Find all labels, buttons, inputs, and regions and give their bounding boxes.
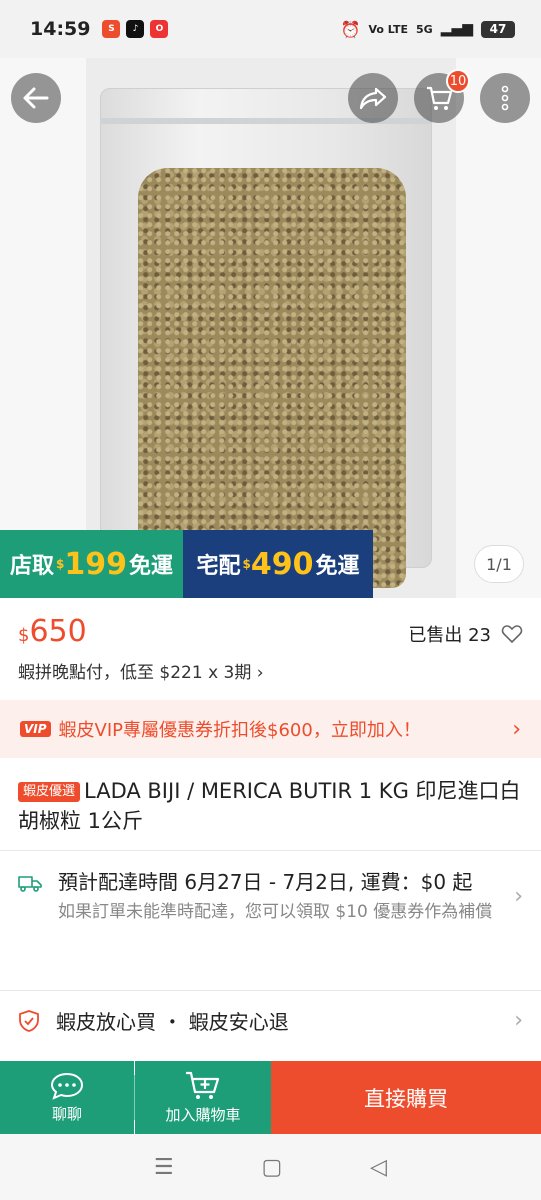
chevron-right-icon: › [514,883,523,909]
home-delivery-currency: $ [242,557,251,571]
chevron-right-icon: › [514,1008,523,1033]
home-delivery-suffix: 免運 [315,554,360,579]
chevron-right-icon: › [512,716,521,742]
shopee-app-icon: S [102,20,121,38]
truck-icon [18,876,42,892]
more-options-button[interactable] [480,73,530,123]
delivery-estimate: 預計配達時間 6月27日 - 7月2日, 運費：$0 起 [58,870,473,894]
status-indicators: ⏰ Vo LTE 5G ▂▄▆ 47 [341,20,515,39]
store-pickup-promo: 店取 $ 199 免運 [0,530,183,598]
cart-button[interactable]: 10 [414,69,470,123]
chat-button[interactable]: 聊聊 [0,1061,134,1134]
price-value: 650 [29,614,87,649]
installment-info[interactable]: 蝦拼晚點付，低至 $221 x 3期 › [18,658,264,683]
guarantee-text: 蝦皮放心買 ・ 蝦皮安心退 [56,1010,289,1034]
buy-now-button[interactable]: 直接購買 [271,1061,541,1134]
divider [0,990,541,991]
product-image-area[interactable] [0,58,541,598]
add-to-cart-icon [186,1071,220,1099]
product-title-text: LADA BIJI / MERICA BUTIR 1 KG 印尼進口白胡椒粒 1… [18,779,521,833]
shipping-text: 預計配達時間 6月27日 - 7月2日, 運費：$0 起 如果訂單未能準時配達，… [58,868,514,924]
status-time: 14:59 [30,18,91,40]
chat-label: 聊聊 [51,1105,82,1123]
volte-label: Vo LTE [368,22,408,36]
system-navigation-bar: ☰ ▢ ◁ [0,1134,541,1200]
sold-count-text: 已售出 23 [408,625,491,646]
status-app-icons: S ♪ O [102,20,169,38]
product-price: $650 [18,614,87,649]
signal-icon: ▂▄▆ [440,21,473,37]
back-button[interactable] [11,73,61,123]
store-pickup-amount: 199 [64,546,127,582]
bottom-action-bar: 聊聊 加入購物車 直接購買 [0,1061,541,1134]
cart-count-badge: 10 [446,69,470,93]
delivery-guarantee-note: 如果訂單未能準時配達，您可以領取 $10 優惠券作為補償 [58,902,493,922]
store-pickup-suffix: 免運 [128,554,173,579]
shield-icon [19,1009,39,1032]
shopee-guarantee-row[interactable]: 蝦皮放心買 ・ 蝦皮安心退 › [18,1006,523,1035]
add-to-cart-button[interactable]: 加入購物車 [135,1061,271,1134]
tiktok-app-icon: ♪ [126,20,145,38]
divider [0,850,541,851]
chevron-right-icon: › [256,663,264,683]
image-page-indicator: 1/1 [474,545,524,583]
price-currency: $ [18,625,30,646]
sold-count: 已售出 23 [408,621,523,647]
price-row: $650 已售出 23 [18,614,523,654]
store-pickup-currency: $ [56,557,65,571]
recent-apps-icon[interactable]: ☰ [154,1155,174,1180]
chat-bubble-icon [50,1072,84,1100]
vip-promo-bar[interactable]: VIP 蝦皮VIP專屬優惠券折扣後$600，立即加入！ › [0,700,541,758]
buy-now-label: 直接購買 [364,1086,448,1111]
vip-logo-icon: VIP [20,721,51,737]
add-to-cart-label: 加入購物車 [165,1106,241,1124]
shipping-info-row[interactable]: 預計配達時間 6月27日 - 7月2日, 運費：$0 起 如果訂單未能準時配達，… [18,868,523,924]
vip-promo-text: 蝦皮VIP專屬優惠券折扣後$600，立即加入！ [58,720,421,741]
status-bar: 14:59 S ♪ O ⏰ Vo LTE 5G ▂▄▆ 47 [0,0,541,58]
store-pickup-label: 店取 [9,554,54,579]
more-vertical-icon [501,85,509,111]
share-button[interactable] [348,73,398,123]
battery-icon: 47 [481,20,515,38]
product-title: 蝦皮優選 LADA BIJI / MERICA BUTIR 1 KG 印尼進口白胡… [18,776,523,836]
home-icon[interactable]: ▢ [262,1155,283,1180]
open-app-icon: O [150,20,169,38]
home-delivery-amount: 490 [250,546,314,582]
alarm-icon: ⏰ [340,19,361,39]
mall-tag-badge: 蝦皮優選 [18,782,81,802]
back-arrow-icon [23,87,49,109]
pepper-seeds [138,168,406,588]
back-icon[interactable]: ◁ [370,1155,387,1180]
heart-icon[interactable] [501,624,523,644]
home-delivery-label: 宅配 [196,554,241,579]
home-delivery-promo: 宅配 $ 490 免運 [183,530,373,598]
share-icon [359,87,387,110]
shipping-promo-banner: 店取 $ 199 免運 宅配 $ 490 免運 [0,530,373,598]
signal-label: 5G [416,22,433,36]
installment-text: 蝦拼晚點付，低至 $221 x 3期 [18,663,252,683]
